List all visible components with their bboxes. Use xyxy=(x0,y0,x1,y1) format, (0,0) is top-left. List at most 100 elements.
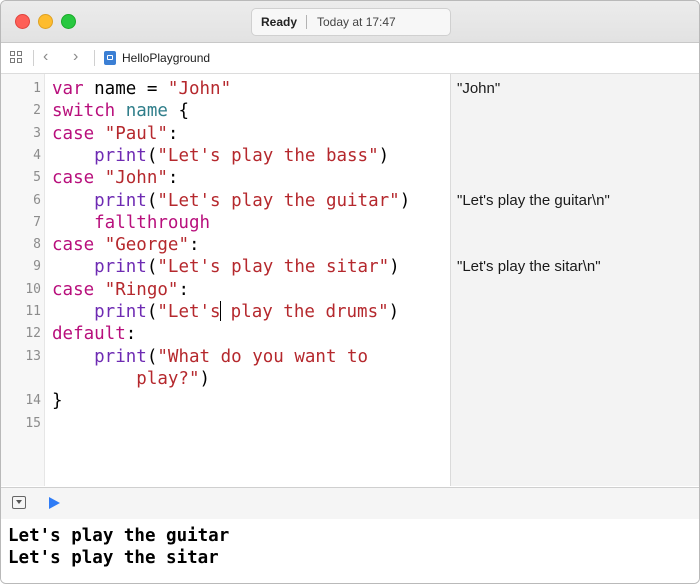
related-items-grid-icon[interactable] xyxy=(10,51,24,65)
code-token: ( xyxy=(146,346,158,367)
code-token: "What do you want to xyxy=(157,346,369,367)
code-token: "Let's xyxy=(157,302,221,322)
line-number-gutter: 1 2 3 4 5 6 7 8 9 10 11 12 13 14 15 xyxy=(1,74,45,486)
line-number: 1 xyxy=(33,81,41,96)
code-token: case xyxy=(52,123,95,144)
code-token: name xyxy=(125,101,168,122)
code-line[interactable]: print("Let's play the guitar") xyxy=(52,190,410,212)
code-token: ( xyxy=(146,145,158,166)
code-token: "Paul" xyxy=(104,123,168,144)
code-line[interactable]: switch name { xyxy=(52,100,189,122)
code-token: ) xyxy=(388,302,400,322)
status-text: Ready xyxy=(261,15,298,29)
line-number: 13 xyxy=(25,348,41,364)
code-editor[interactable]: 1 2 3 4 5 6 7 8 9 10 11 12 13 14 15 var name = "John" s… xyxy=(1,74,450,486)
code-token: var xyxy=(52,79,84,99)
code-token: "Let's play the guitar" xyxy=(157,190,400,211)
code-token: print xyxy=(52,257,147,278)
code-token: case xyxy=(52,168,95,189)
code-token: print xyxy=(52,145,147,166)
code-line[interactable]: print("Let's play the drums") xyxy=(52,301,399,323)
line-number: 12 xyxy=(25,326,41,342)
code-line[interactable]: fallthrough xyxy=(52,212,210,234)
code-line[interactable]: var name = "John" xyxy=(52,78,231,100)
code-token: : xyxy=(167,168,179,189)
playground-window: Ready Today at 17:47 ‹ › HelloPlayground… xyxy=(0,0,700,584)
code-line[interactable]: default: xyxy=(52,323,136,345)
console-line: Let's play the guitar xyxy=(8,526,230,546)
code-token: : xyxy=(125,324,137,345)
close-window-button[interactable] xyxy=(15,14,30,29)
code-token: ( xyxy=(146,257,158,278)
jump-bar: ‹ › HelloPlayground xyxy=(1,43,699,74)
zoom-window-button[interactable] xyxy=(61,14,76,29)
debug-bar xyxy=(1,487,699,520)
line-number: 15 xyxy=(25,415,41,431)
forward-chevron-icon[interactable]: › xyxy=(73,47,78,67)
code-token: : xyxy=(167,123,179,144)
code-token: "Let's play the sitar" xyxy=(157,257,390,278)
code-line[interactable]: print("Let's play the sitar") xyxy=(52,256,400,278)
code-token: "Ringo" xyxy=(104,279,179,300)
code-token: case xyxy=(52,235,95,256)
code-token: default xyxy=(52,324,126,345)
code-token: { xyxy=(167,101,189,122)
breadcrumb-file-name[interactable]: HelloPlayground xyxy=(122,51,210,65)
line-number: 14 xyxy=(25,393,41,409)
status-divider xyxy=(306,15,307,29)
code-token: "Let's play the bass" xyxy=(157,145,379,166)
line-number: 10 xyxy=(25,281,41,297)
code-token: play the drums" xyxy=(220,302,389,322)
code-token: print xyxy=(52,190,147,211)
run-playground-icon[interactable] xyxy=(49,497,60,509)
jumpbar-divider xyxy=(33,50,34,66)
code-token: print xyxy=(52,346,147,367)
code-line[interactable]: print("Let's play the bass") xyxy=(52,145,389,167)
code-token: name = xyxy=(83,79,168,99)
code-token: ( xyxy=(146,190,158,211)
result-value[interactable]: "John" xyxy=(457,78,500,100)
code-token: ) xyxy=(399,190,411,211)
code-line[interactable]: case "Paul": xyxy=(52,123,178,145)
code-token: : xyxy=(178,279,190,300)
code-line[interactable]: case "Ringo": xyxy=(52,279,189,301)
back-chevron-icon[interactable]: ‹ xyxy=(43,47,48,67)
console-line: Let's play the sitar xyxy=(8,548,219,568)
line-number: 9 xyxy=(33,259,41,275)
code-line[interactable]: case "George": xyxy=(52,234,200,256)
jumpbar-divider xyxy=(94,50,95,66)
code-token: "John" xyxy=(104,168,168,189)
results-sidebar: "John" "Let's play the guitar\n" "Let's pl… xyxy=(450,74,699,486)
code-line[interactable]: case "John": xyxy=(52,167,178,189)
code-token: "George" xyxy=(104,235,189,256)
line-number: 5 xyxy=(33,170,41,186)
result-value[interactable]: "Let's play the sitar\n" xyxy=(457,256,601,278)
code-token: play?" xyxy=(52,368,200,389)
code-token: print xyxy=(52,302,147,322)
activity-status: Ready Today at 17:47 xyxy=(251,8,451,36)
code-token: fallthrough xyxy=(52,212,211,233)
code-token: : xyxy=(189,235,200,256)
line-number: 3 xyxy=(33,125,41,141)
minimize-window-button[interactable] xyxy=(38,14,53,29)
line-number: 4 xyxy=(33,147,41,163)
code-token: ) xyxy=(389,257,400,278)
result-value[interactable]: "Let's play the guitar\n" xyxy=(457,190,610,212)
code-token: } xyxy=(52,391,63,412)
line-number: 2 xyxy=(33,103,41,119)
code-token: ) xyxy=(378,145,390,166)
line-number: 6 xyxy=(33,192,41,208)
code-line[interactable]: play?") xyxy=(52,368,210,390)
code-token: "John" xyxy=(167,79,232,99)
hide-debug-area-icon[interactable] xyxy=(12,496,26,509)
title-bar: Ready Today at 17:47 xyxy=(1,1,699,43)
line-number: 11 xyxy=(25,304,41,319)
code-line[interactable]: } xyxy=(52,390,63,412)
code-token: switch xyxy=(52,101,116,122)
code-line[interactable]: print("What do you want to xyxy=(52,346,368,368)
